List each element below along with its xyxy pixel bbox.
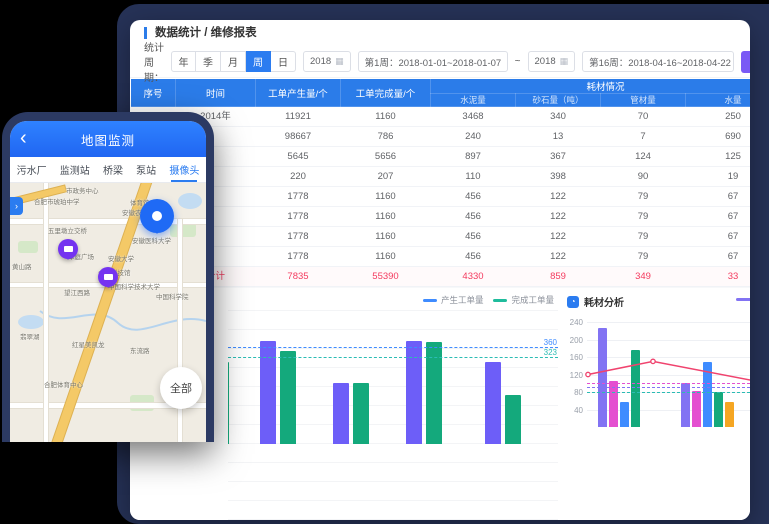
sub-column-header: 水量 — [686, 94, 751, 107]
sub-column-header: 管材量 — [601, 94, 686, 107]
filter-bar: 统计周期： 年季月周日 2018 ▦ 第1周：2018-01-01~2018-0… — [130, 46, 750, 78]
range-separator: ~ — [515, 56, 521, 67]
consumables-chart-title: ◔ 耗材分析 — [567, 294, 624, 309]
breadcrumb: 数据统计 / 维修报表 — [144, 27, 257, 39]
app-tab-bar: 污水厂监测站桥梁泵站摄像头 — [10, 157, 206, 183]
report-table-head: 序号时间工单产生量/个工单完成量/个耗材情况水泥量砂石量（吨）管材量水量 — [131, 79, 751, 107]
tab-监测站[interactable]: 监测站 — [60, 157, 90, 182]
reference-line: 360 — [228, 347, 558, 348]
period-option-季[interactable]: 季 — [196, 51, 221, 72]
year-start-value: 2018 — [310, 56, 331, 67]
year-end-select[interactable]: 2018 ▦ — [528, 51, 576, 72]
chart-icon: ◔ — [567, 296, 579, 308]
map-label: 合肥体育中心 — [44, 379, 83, 389]
week-end-input[interactable]: 第16周：2018-04-16~2018-04-22 — [582, 51, 734, 72]
consumables-chart-title-text: 耗材分析 — [584, 294, 624, 309]
phone-mockup: ‹ 地图监测 污水厂监测站桥梁泵站摄像头 市政务中心合肥市琥珀中学体育馆安徽农业… — [2, 112, 214, 442]
reference-line: 323 — [228, 357, 558, 358]
consumables-chart-plot: 2402001601208040 — [563, 314, 750, 520]
map-label: 安徽大学 — [108, 253, 134, 263]
bar-产生工单量 — [485, 362, 501, 444]
app-title: 地图监测 — [81, 130, 135, 149]
layer-expander-button[interactable]: › — [10, 197, 23, 215]
sub-column-header: 水泥量 — [431, 94, 516, 107]
camera-icon — [104, 274, 113, 280]
phone-screen: ‹ 地图监测 污水厂监测站桥梁泵站摄像头 市政务中心合肥市琥珀中学体育馆安徽农业… — [10, 121, 206, 442]
period-option-周[interactable]: 周 — [246, 51, 271, 72]
table-row: 356455656897367124125 — [131, 147, 751, 167]
report-table-body: 12014年1192111603468340702502986677862401… — [131, 107, 751, 307]
work-order-chart-legend: 产生工单量完成工单量 — [423, 294, 554, 306]
week-start-value: 第1周：2018-01-01~2018-01-07 — [365, 55, 502, 69]
bar-完成工单量 — [353, 383, 369, 444]
map-label: 红星美凯龙 — [72, 339, 105, 349]
table-row: 298667786240137690 — [131, 127, 751, 147]
bar-完成工单量 — [228, 362, 229, 444]
column-header: 工单完成量/个 — [341, 79, 431, 107]
map-label: 望江西路 — [64, 287, 90, 297]
table-row: 6177811604561227967 — [131, 207, 751, 227]
total-row: 合计783555390433085934933 — [131, 267, 751, 287]
column-header: 工单产生量/个 — [256, 79, 341, 107]
period-label: 统计周期： — [144, 39, 164, 84]
dashboard-card: 数据统计 / 维修报表 统计周期： 年季月周日 2018 ▦ 第1周：2018-… — [130, 20, 750, 520]
map-label: 市政务中心 — [66, 185, 99, 195]
camera-icon — [64, 246, 73, 252]
work-order-chart-plot: 360 323 — [228, 310, 558, 520]
app-header: ‹ 地图监测 — [10, 121, 206, 157]
map-view[interactable]: 市政务中心合肥市琥珀中学体育馆安徽农业大学五里墩立交桥安徽医科大学翠庭广场安徽大… — [10, 183, 206, 442]
partial-legend-swatch — [736, 298, 750, 301]
camera-marker[interactable] — [58, 239, 78, 259]
map-road — [44, 183, 48, 442]
report-table: 序号时间工单产生量/个工单完成量/个耗材情况水泥量砂石量（吨）管材量水量 120… — [130, 78, 750, 307]
bar-完成工单量 — [280, 351, 296, 444]
tab-泵站[interactable]: 泵站 — [136, 157, 156, 182]
consumables-chart: ◔ 耗材分析 2402001601208040 — [563, 292, 750, 520]
map-label: 合肥市琥珀中学 — [34, 196, 80, 206]
query-button[interactable]: 查询 — [741, 51, 750, 73]
period-option-月[interactable]: 月 — [221, 51, 246, 72]
table-row: 5177811604561227967 — [131, 187, 751, 207]
page-header: 数据统计 / 维修报表 — [130, 20, 750, 46]
week-start-input[interactable]: 第1周：2018-01-01~2018-01-07 — [358, 51, 508, 72]
table-row: 12014年119211160346834070250 — [131, 107, 751, 127]
table-row: 42202071103989019 — [131, 167, 751, 187]
legend-item: 产生工单量 — [423, 294, 484, 306]
show-all-button[interactable]: 全部 — [160, 367, 202, 409]
map-label: 黄山路 — [12, 261, 32, 271]
map-label: 中国科学院 — [156, 291, 189, 301]
tab-桥梁[interactable]: 桥梁 — [103, 157, 123, 182]
map-road — [10, 219, 206, 224]
sub-column-header: 砂石量（吨） — [516, 94, 601, 107]
calendar-icon: ▦ — [560, 56, 569, 67]
charts-section: 产生工单量完成工单量 360 323 ◔ 耗材分析 240200160120804… — [130, 288, 750, 520]
work-order-chart: 产生工单量完成工单量 360 323 — [222, 292, 558, 520]
map-label: 五里墩立交桥 — [48, 225, 87, 235]
map-label: 翡翠湖 — [20, 331, 40, 341]
bar-产生工单量 — [333, 383, 349, 444]
period-option-日[interactable]: 日 — [271, 51, 296, 72]
tab-摄像头[interactable]: 摄像头 — [169, 157, 199, 182]
back-icon[interactable]: ‹ — [20, 125, 27, 151]
table-row: 7177811604561227967 — [131, 227, 751, 247]
table-row: 8177811604561227967 — [131, 247, 751, 267]
period-segmented-control: 年季月周日 — [171, 51, 296, 72]
year-start-select[interactable]: 2018 ▦ — [303, 51, 351, 72]
column-header: 时间 — [176, 79, 256, 107]
week-end-value: 第16周：2018-04-16~2018-04-22 — [589, 55, 731, 69]
map-label: 东流路 — [130, 345, 150, 355]
calendar-icon: ▦ — [335, 56, 344, 67]
selected-camera-marker[interactable] — [140, 199, 174, 233]
marker-dot — [152, 211, 162, 221]
legend-item: 完成工单量 — [493, 294, 554, 306]
camera-marker[interactable] — [98, 267, 118, 287]
group-header: 耗材情况 — [431, 79, 751, 94]
period-option-年[interactable]: 年 — [171, 51, 196, 72]
tab-污水厂[interactable]: 污水厂 — [17, 157, 47, 182]
year-end-value: 2018 — [535, 56, 556, 67]
